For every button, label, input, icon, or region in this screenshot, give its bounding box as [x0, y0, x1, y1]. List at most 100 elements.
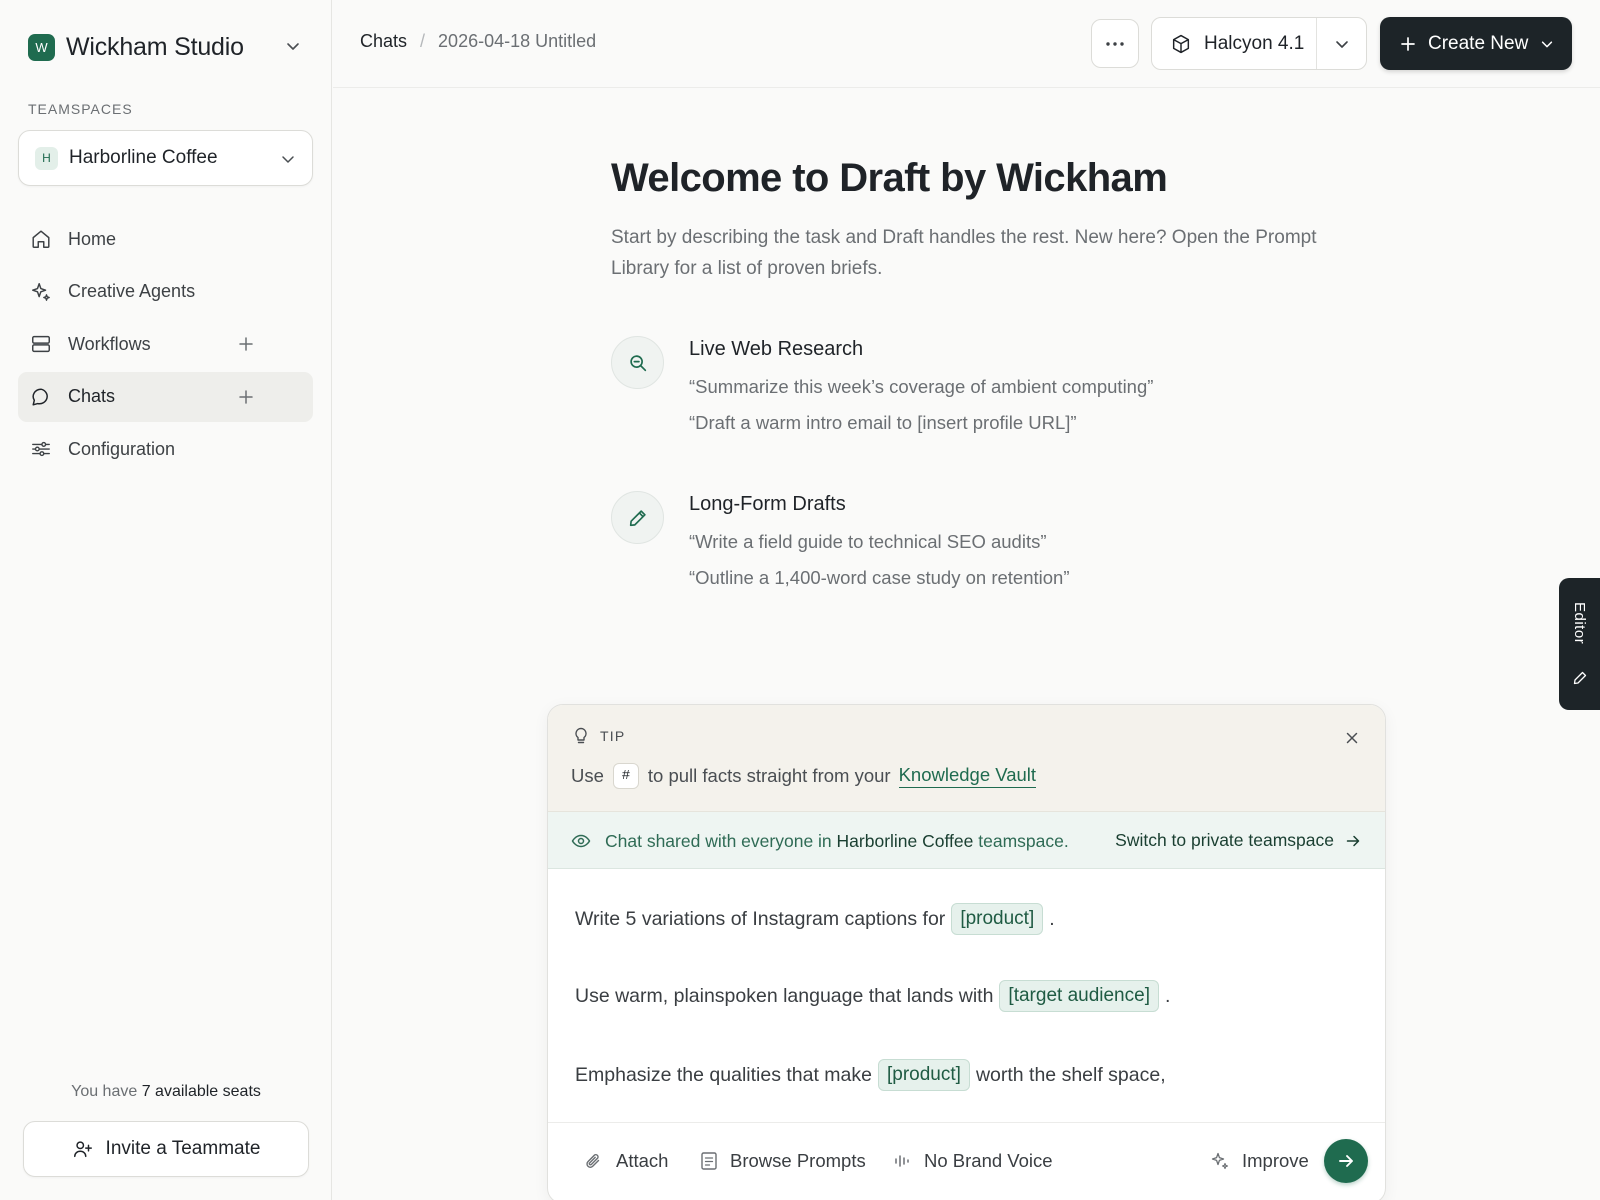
teamspace-name: Harborline Coffee — [69, 147, 218, 168]
chat-bubble-icon — [30, 386, 52, 408]
sparkle-icon — [30, 281, 52, 303]
sidebar-item-workflows[interactable]: Workflows — [18, 319, 313, 369]
prompt-editor[interactable]: Write 5 variations of Instagram captions… — [548, 869, 1385, 1121]
sidebar-item-home[interactable]: Home — [18, 214, 313, 264]
brand-voice-button[interactable]: No Brand Voice — [894, 1150, 1053, 1172]
switch-private-label: Switch to private teamspace — [1115, 830, 1334, 850]
close-icon[interactable] — [1344, 730, 1360, 746]
prompt-line: Write 5 variations of Instagram captions… — [575, 903, 1055, 935]
sidebar: W Wickham Studio TEAMSPACES H Harborline… — [0, 0, 332, 1200]
send-button[interactable] — [1324, 1139, 1368, 1183]
server-stack-icon — [30, 333, 52, 355]
breadcrumb: Chats / 2026-04-18 Untitled — [360, 31, 596, 52]
model-current[interactable]: Halcyon 4.1 — [1152, 18, 1317, 69]
sidebar-item-label: Creative Agents — [68, 281, 196, 301]
chevron-down-icon[interactable] — [285, 38, 301, 54]
search-zoom-icon — [611, 336, 664, 389]
more-options-button[interactable] — [1091, 19, 1139, 68]
invite-teammate-button[interactable]: Invite a Teammate — [23, 1121, 309, 1177]
attach-label: Attach — [616, 1150, 669, 1171]
pencil-icon — [1573, 671, 1587, 685]
seats-prefix: You have — [71, 1083, 138, 1100]
variable-chip[interactable]: [product] — [878, 1059, 970, 1091]
prompt-text: Emphasize the qualities that make — [575, 1063, 872, 1086]
pencil-icon — [611, 491, 664, 544]
prompt-text: . — [1049, 907, 1055, 930]
hash-key: # — [612, 763, 639, 789]
prompt-text: Write 5 variations of Instagram captions… — [575, 907, 946, 930]
improve-button[interactable]: Improve — [1210, 1150, 1309, 1172]
share-team-name: Harborline Coffee — [836, 831, 974, 851]
model-selector[interactable]: Halcyon 4.1 — [1151, 17, 1367, 70]
model-name: Halcyon 4.1 — [1204, 32, 1305, 54]
knowledge-vault-link[interactable]: Knowledge Vault — [898, 764, 1037, 788]
prompt-text: worth the shelf space, — [975, 1063, 1166, 1086]
plus-icon[interactable] — [237, 388, 255, 406]
example-prompt[interactable]: “Summarize this week’s coverage of ambie… — [689, 376, 1153, 398]
browse-prompts-button[interactable]: Browse Prompts — [700, 1150, 866, 1172]
sparkle-icon — [1211, 1152, 1229, 1170]
sidebar-item-configuration[interactable]: Configuration — [18, 424, 313, 474]
breadcrumb-chats[interactable]: Chats — [360, 31, 407, 52]
tip-text-after: to pull facts straight from your — [647, 765, 891, 786]
sidebar-item-label: Home — [68, 228, 117, 249]
home-icon — [30, 228, 52, 250]
example-prompt[interactable]: “Write a field guide to technical SEO au… — [689, 531, 1047, 553]
workspace-name: Wickham Studio — [66, 32, 244, 61]
tip-header: TIP — [573, 727, 625, 745]
welcome-title: Welcome to Draft by Wickham — [611, 156, 1168, 200]
share-text: Chat shared with everyone in Harborline … — [605, 831, 1069, 852]
variable-chip[interactable]: [product] — [951, 903, 1044, 935]
example-prompt[interactable]: “Draft a warm intro email to [insert pro… — [689, 412, 1077, 434]
prompt-line: Use warm, plainspoken language that land… — [575, 980, 1170, 1012]
browse-prompts-label: Browse Prompts — [730, 1150, 866, 1171]
plus-icon[interactable] — [237, 335, 255, 353]
tip-text-before: Use — [571, 765, 604, 786]
prompt-text: . — [1164, 984, 1171, 1007]
chevron-down-icon — [1335, 40, 1348, 48]
teamspace-select[interactable]: H Harborline Coffee — [18, 130, 313, 186]
top-bar: Chats / 2026-04-18 Untitled Halcyon 4.1 … — [333, 0, 1600, 88]
create-new-label: Create New — [1428, 32, 1529, 54]
lightbulb-icon — [575, 727, 587, 744]
sidebar-item-label: Chats — [68, 386, 116, 406]
example-prompt[interactable]: “Outline a 1,400-word case study on rete… — [689, 567, 1070, 589]
eye-icon — [571, 834, 591, 848]
breadcrumb-separator: / — [420, 31, 426, 51]
document-icon — [701, 1152, 717, 1170]
sidebar-item-creative-agents[interactable]: Creative Agents — [18, 267, 313, 317]
seats-info: You have 7 available seats — [0, 1083, 332, 1101]
sidebar-item-label: Configuration — [68, 438, 176, 459]
create-new-button[interactable]: Create New — [1380, 17, 1572, 70]
plus-icon — [1401, 36, 1415, 51]
model-dropdown-toggle[interactable] — [1317, 36, 1366, 52]
ellipsis-icon — [1106, 41, 1124, 46]
editor-panel-tab[interactable]: Editor — [1559, 578, 1600, 710]
brand-logo: W — [28, 33, 55, 61]
chevron-down-icon — [1542, 40, 1553, 47]
tip-banner: TIP Use # to pull facts straight from yo… — [548, 705, 1385, 812]
sliders-icon — [30, 438, 52, 460]
teamspace-badge: H — [35, 146, 58, 170]
cube-icon — [1172, 34, 1190, 53]
switch-private-link[interactable]: Switch to private teamspace — [1115, 830, 1361, 851]
breadcrumb-current[interactable]: 2026-04-18 Untitled — [438, 31, 596, 52]
workspace-switcher[interactable]: W Wickham Studio — [28, 32, 244, 62]
brand-voice-label: No Brand Voice — [924, 1150, 1053, 1171]
invite-label: Invite a Teammate — [105, 1138, 261, 1159]
feature-title: Live Web Research — [689, 338, 864, 360]
paperclip-icon — [586, 1154, 600, 1168]
share-text-after: teamspace. — [978, 831, 1069, 851]
share-text-before: Chat shared with everyone in — [605, 831, 832, 851]
audio-wave-icon — [895, 1155, 909, 1167]
sidebar-nav: Home Creative Agents Workflows Chats Con… — [18, 214, 313, 477]
sidebar-item-chats[interactable]: Chats — [18, 371, 313, 422]
composer-toolbar: Attach Browse Prompts No Brand Voice Imp… — [548, 1122, 1385, 1200]
arrow-right-icon — [1346, 835, 1360, 846]
attach-button[interactable]: Attach — [584, 1150, 668, 1172]
user-plus-icon — [73, 1141, 92, 1158]
feature-title: Long-Form Drafts — [689, 493, 846, 515]
chevron-down-icon — [282, 156, 294, 163]
share-notice: Chat shared with everyone in Harborline … — [548, 812, 1385, 869]
variable-chip[interactable]: [target audience] — [999, 980, 1159, 1012]
